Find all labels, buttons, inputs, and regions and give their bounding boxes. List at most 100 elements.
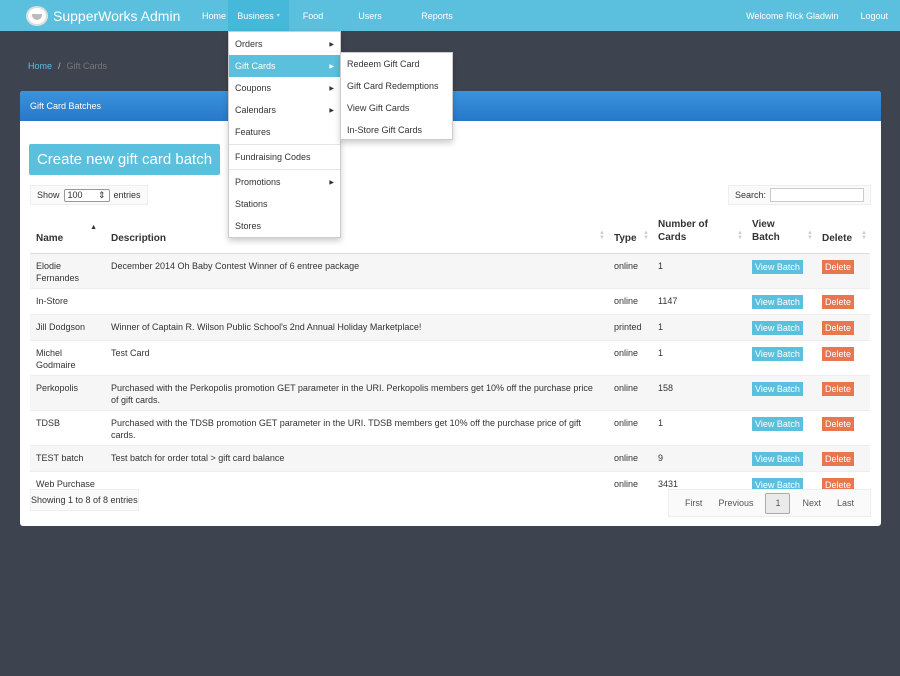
page-last-button[interactable]: Last	[829, 498, 862, 508]
cell-view: View Batch	[746, 339, 816, 375]
view-batch-button[interactable]: View Batch	[752, 320, 803, 335]
cell-count: 1	[652, 339, 746, 375]
cell-name: Elodie Fernandes	[30, 252, 105, 288]
table-row: In-Store online 1147 View Batch Delete	[30, 287, 870, 314]
nav-business[interactable]: Business ▾	[228, 0, 289, 31]
brand-title: SupperWorks Admin	[53, 7, 181, 24]
view-batch-button[interactable]: View Batch	[752, 346, 803, 361]
cell-description: December 2014 Oh Baby Contest Winner of …	[105, 252, 608, 288]
menu-item-features[interactable]: Features	[229, 121, 340, 143]
view-batch-button[interactable]: View Batch	[752, 259, 803, 274]
cell-view: View Batch	[746, 374, 816, 410]
view-batch-button[interactable]: View Batch	[752, 381, 803, 396]
gift-card-batches-panel: Gift Card Batches Create new gift card b…	[20, 91, 881, 526]
submenu-item-gift-card-redemptions[interactable]: Gift Card Redemptions	[341, 75, 452, 97]
entries-select-value: 100	[67, 190, 83, 200]
menu-item-label: Stations	[235, 199, 268, 209]
column-header-view-batch[interactable]: View Batch ▲ ▼	[746, 212, 816, 254]
delete-button[interactable]: Delete	[822, 294, 855, 309]
chevron-down-icon: ▾	[276, 13, 280, 19]
cell-view: View Batch	[746, 252, 816, 288]
show-entries-control: Show 100 ⇕ entries	[30, 185, 148, 205]
table-header-row: Name ▲ Description ▲ ▼ Type ▲ ▼ Number of Car…	[30, 212, 870, 254]
cell-count: 1	[652, 313, 746, 340]
menu-item-fundraising-codes[interactable]: Fundraising Codes	[229, 146, 340, 168]
breadcrumb-home[interactable]: Home	[28, 61, 52, 71]
cell-type: printed	[608, 313, 652, 340]
search-input[interactable]	[770, 188, 864, 202]
cell-description	[105, 470, 608, 497]
delete-button[interactable]: Delete	[822, 320, 855, 335]
table-row: Elodie Fernandes December 2014 Oh Baby C…	[30, 252, 870, 288]
entries-select[interactable]: 100 ⇕	[63, 188, 110, 202]
submenu-item-in-store-gift-cards[interactable]: In-Store Gift Cards	[341, 119, 452, 141]
menu-item-orders[interactable]: Orders ▶	[229, 33, 340, 55]
delete-button[interactable]: Delete	[822, 381, 855, 396]
business-dropdown-menu: Orders ▶ Gift Cards ▶ Coupons ▶ Calendars ▶ …	[228, 31, 341, 238]
cell-name: TDSB	[30, 409, 105, 445]
delete-button[interactable]: Delete	[822, 416, 855, 431]
search-control: Search:	[727, 185, 871, 205]
gift-cards-submenu: Redeem Gift Card Gift Card Redemptions V…	[340, 52, 453, 140]
submenu-item-redeem-gift-card[interactable]: Redeem Gift Card	[341, 53, 452, 75]
table-row: Perkopolis Purchased with the Perkopolis…	[30, 374, 870, 410]
view-batch-button[interactable]: View Batch	[752, 451, 803, 466]
cell-name: In-Store	[30, 287, 105, 314]
page-first-button[interactable]: First	[677, 498, 711, 508]
sort-both-icon: ▲ ▼	[861, 229, 867, 241]
menu-item-stations[interactable]: Stations	[229, 193, 340, 215]
nav-user-area: Welcome Rick Gladwin Logout	[746, 0, 888, 31]
cell-delete: Delete	[816, 409, 870, 445]
cell-type: online	[608, 339, 652, 375]
cell-delete: Delete	[816, 287, 870, 314]
cell-count: 1	[652, 252, 746, 288]
menu-item-stores[interactable]: Stores	[229, 215, 340, 237]
delete-button[interactable]: Delete	[822, 451, 855, 466]
nav-food[interactable]: Food	[293, 0, 333, 31]
nav-business-label: Business	[237, 10, 274, 21]
menu-item-calendars[interactable]: Calendars ▶	[229, 99, 340, 121]
submenu-item-view-gift-cards[interactable]: View Gift Cards	[341, 97, 452, 119]
menu-item-label: Coupons	[235, 83, 272, 93]
cell-count: 158	[652, 374, 746, 410]
column-header-description[interactable]: Description ▲ ▼	[105, 212, 608, 254]
create-gift-card-batch-button[interactable]: Create new gift card batch	[29, 144, 220, 175]
nav-users[interactable]: Users	[345, 0, 395, 31]
breadcrumb-separator: /	[58, 61, 61, 71]
search-label: Search:	[734, 190, 766, 200]
cell-delete: Delete	[816, 444, 870, 471]
delete-button[interactable]: Delete	[822, 346, 855, 361]
menu-item-coupons[interactable]: Coupons ▶	[229, 77, 340, 99]
chevron-right-icon: ▶	[329, 63, 334, 70]
column-header-label: Name	[36, 232, 64, 244]
nav-reports[interactable]: Reports	[411, 0, 463, 31]
column-header-delete[interactable]: Delete ▲ ▼	[816, 212, 870, 254]
page-next-button[interactable]: Next	[794, 498, 829, 508]
cell-name: Jill Dodgson	[30, 313, 105, 340]
cell-delete: Delete	[816, 374, 870, 410]
column-header-name[interactable]: Name ▲	[30, 212, 105, 254]
logout-link[interactable]: Logout	[860, 0, 888, 31]
column-header-number-of-cards[interactable]: Number of Cards ▲ ▼	[652, 212, 746, 254]
cell-description: Test batch for order total > gift card b…	[105, 444, 608, 471]
menu-item-promotions[interactable]: Promotions ▶	[229, 171, 340, 193]
view-batch-button[interactable]: View Batch	[752, 416, 803, 431]
column-header-type[interactable]: Type ▲ ▼	[608, 212, 652, 254]
cell-description: Winner of Captain R. Wilson Public Schoo…	[105, 313, 608, 340]
cell-type: online	[608, 374, 652, 410]
brand[interactable]: SupperWorks Admin	[0, 0, 194, 31]
delete-button[interactable]: Delete	[822, 259, 855, 274]
menu-item-label: Promotions	[235, 177, 281, 187]
menu-item-gift-cards[interactable]: Gift Cards ▶	[229, 55, 340, 77]
sort-both-icon: ▲ ▼	[807, 229, 813, 241]
view-batch-button[interactable]: View Batch	[752, 294, 803, 309]
page-current-button[interactable]: 1	[765, 492, 791, 514]
bowl-logo-icon	[26, 5, 48, 26]
welcome-user[interactable]: Welcome Rick Gladwin	[746, 0, 838, 31]
select-arrows-icon: ⇕	[97, 189, 106, 200]
show-label: Show	[37, 190, 60, 200]
column-header-label: Description	[111, 232, 167, 244]
gift-card-batches-table: Name ▲ Description ▲ ▼ Type ▲ ▼ Number of Car…	[30, 212, 870, 497]
sort-both-icon: ▲ ▼	[599, 229, 605, 241]
page-previous-button[interactable]: Previous	[710, 498, 761, 508]
